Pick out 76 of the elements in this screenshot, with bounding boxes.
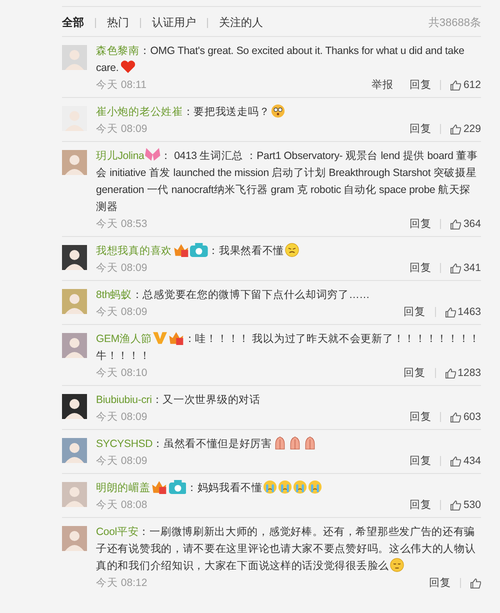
comment-action-link[interactable]: 举报 bbox=[371, 78, 394, 92]
like-button[interactable]: 1283 bbox=[444, 367, 481, 379]
thumbs-up-icon bbox=[450, 456, 462, 466]
thumbs-up-icon bbox=[450, 412, 462, 422]
comment-total: 共38688条 bbox=[428, 16, 481, 30]
filter-tab[interactable]: 关注的人 bbox=[219, 15, 263, 30]
comment-time: 今天 08:12 bbox=[96, 576, 148, 590]
comment-text: Cool平安：一刷微博刷新出大师的，感觉好棒。还有，希望那些发广告的还有骗子还有说赞我的，请不要在这里评论也请大家不要点赞好吗。这么伟大的人物认真的和我们介绍知识，大家在下面说这样的话没觉得很丢脸么 bbox=[96, 525, 477, 574]
like-button[interactable]: 530 bbox=[450, 499, 481, 511]
comment-action-link[interactable]: 回复 bbox=[429, 576, 451, 590]
comment-action-link[interactable]: 回复 bbox=[409, 78, 432, 92]
crying-face-icon bbox=[308, 480, 322, 494]
comment-time: 今天 08:10 bbox=[96, 366, 148, 380]
comment-action-link[interactable]: 回复 bbox=[409, 217, 432, 231]
like-button[interactable]: 341 bbox=[450, 262, 481, 274]
filter-tab[interactable]: 热门 bbox=[107, 15, 129, 30]
verified-v-icon bbox=[153, 331, 168, 345]
comment-action-link[interactable]: 回复 bbox=[409, 122, 432, 136]
comment-action-link[interactable]: 回复 bbox=[404, 305, 426, 319]
avatar-icon[interactable] bbox=[62, 245, 87, 270]
comment-action-link[interactable]: 回复 bbox=[409, 261, 432, 275]
thumbs-up-icon bbox=[444, 368, 456, 378]
comment-text: 崔小炮的老公姓崔：要把我送走吗？ bbox=[96, 104, 481, 121]
comment-time: 今天 08:09 bbox=[96, 122, 148, 136]
crown-badge-icon bbox=[151, 480, 168, 494]
avatar-icon[interactable] bbox=[62, 394, 87, 419]
like-button[interactable]: 229 bbox=[450, 123, 481, 135]
hands-emoji-icon bbox=[288, 436, 302, 450]
crying-face-icon bbox=[278, 480, 292, 494]
thumbs-up-icon bbox=[470, 578, 481, 588]
thumbs-up-icon bbox=[450, 218, 462, 230]
confused-face-icon bbox=[285, 243, 300, 257]
comment-text: 森色黎南：OMG That's great. So excited about it. Thanks for what u did and take care. bbox=[96, 44, 466, 76]
like-button[interactable] bbox=[470, 578, 481, 588]
like-button[interactable]: 603 bbox=[450, 411, 481, 423]
thumbs-up-icon bbox=[450, 80, 462, 90]
comment-text: SYCYSHSD：虽然看不懂但是好厉害 bbox=[96, 436, 481, 453]
like-button[interactable]: 434 bbox=[450, 455, 481, 467]
filter-tab[interactable]: 认证用户 bbox=[152, 15, 196, 30]
comment-time: 今天 08:09 bbox=[96, 454, 148, 468]
comment-text: Biubiubiu-cri：又一次世界级的对话 bbox=[96, 393, 262, 408]
thumbs-up-icon bbox=[450, 124, 462, 134]
butterfly-icon bbox=[145, 148, 160, 162]
comment-text: 8th蚂蚁：总感觉要在您的微博下留下点什么却词穷了…… bbox=[96, 288, 371, 303]
crown-badge-icon bbox=[172, 243, 190, 257]
comment-action-link[interactable]: 回复 bbox=[409, 498, 432, 512]
comment-time: 今天 08:09 bbox=[96, 410, 148, 424]
comment-text: 我想我真的喜欢 ：我果然看不懂 bbox=[96, 243, 481, 260]
comment-time: 今天 08:08 bbox=[96, 498, 148, 512]
comment-action-link[interactable]: 回复 bbox=[404, 366, 426, 380]
comment-action-link[interactable]: 回复 bbox=[409, 454, 432, 468]
heart-emoji-icon bbox=[120, 60, 136, 74]
comment-time: 今天 08:09 bbox=[96, 305, 148, 319]
camera-icon bbox=[168, 480, 186, 494]
comment-text: 玥儿Jolina ： 0413 生词汇总 ：Part1 Observatory- 观景台 lend 提供 board 董事会 initiative 首发 launched the mission 启动了计划 Breakthrough Starshot 突破摄星 generation 一代 nanocraft纳米飞行器 gram 克 robotic 自动化 space probe 航天探测器 bbox=[96, 148, 479, 215]
hands-emoji-icon bbox=[302, 436, 317, 450]
camera-icon bbox=[190, 243, 208, 257]
comment-text: GEM渔人節 ：哇！！！！ 我以为过了昨天就不会更新了！！！！！！！！牛！！！！ bbox=[96, 331, 481, 364]
thumbs-up-icon bbox=[450, 500, 462, 510]
comment-time: 今天 08:53 bbox=[96, 217, 148, 231]
sad-face-icon bbox=[390, 558, 404, 572]
crying-face-icon bbox=[263, 480, 278, 494]
comment-text: 明朗的嵋盖 ：妈妈我看不懂 bbox=[96, 480, 481, 497]
like-button[interactable]: 364 bbox=[450, 218, 481, 230]
crown-badge-icon bbox=[168, 331, 184, 345]
comment-time: 今天 08:09 bbox=[96, 261, 148, 275]
thumbs-up-icon bbox=[444, 306, 456, 318]
comment-action-link[interactable]: 回复 bbox=[409, 410, 432, 424]
shocked-face-icon bbox=[270, 104, 285, 118]
filter-tab[interactable]: 全部 bbox=[62, 15, 84, 30]
thumbs-up-icon bbox=[450, 262, 462, 274]
hands-emoji-icon bbox=[272, 436, 287, 450]
like-button[interactable]: 612 bbox=[450, 79, 481, 91]
crying-face-icon bbox=[293, 480, 308, 494]
like-button[interactable]: 1463 bbox=[444, 306, 481, 318]
comment-time: 今天 08:11 bbox=[96, 78, 148, 92]
